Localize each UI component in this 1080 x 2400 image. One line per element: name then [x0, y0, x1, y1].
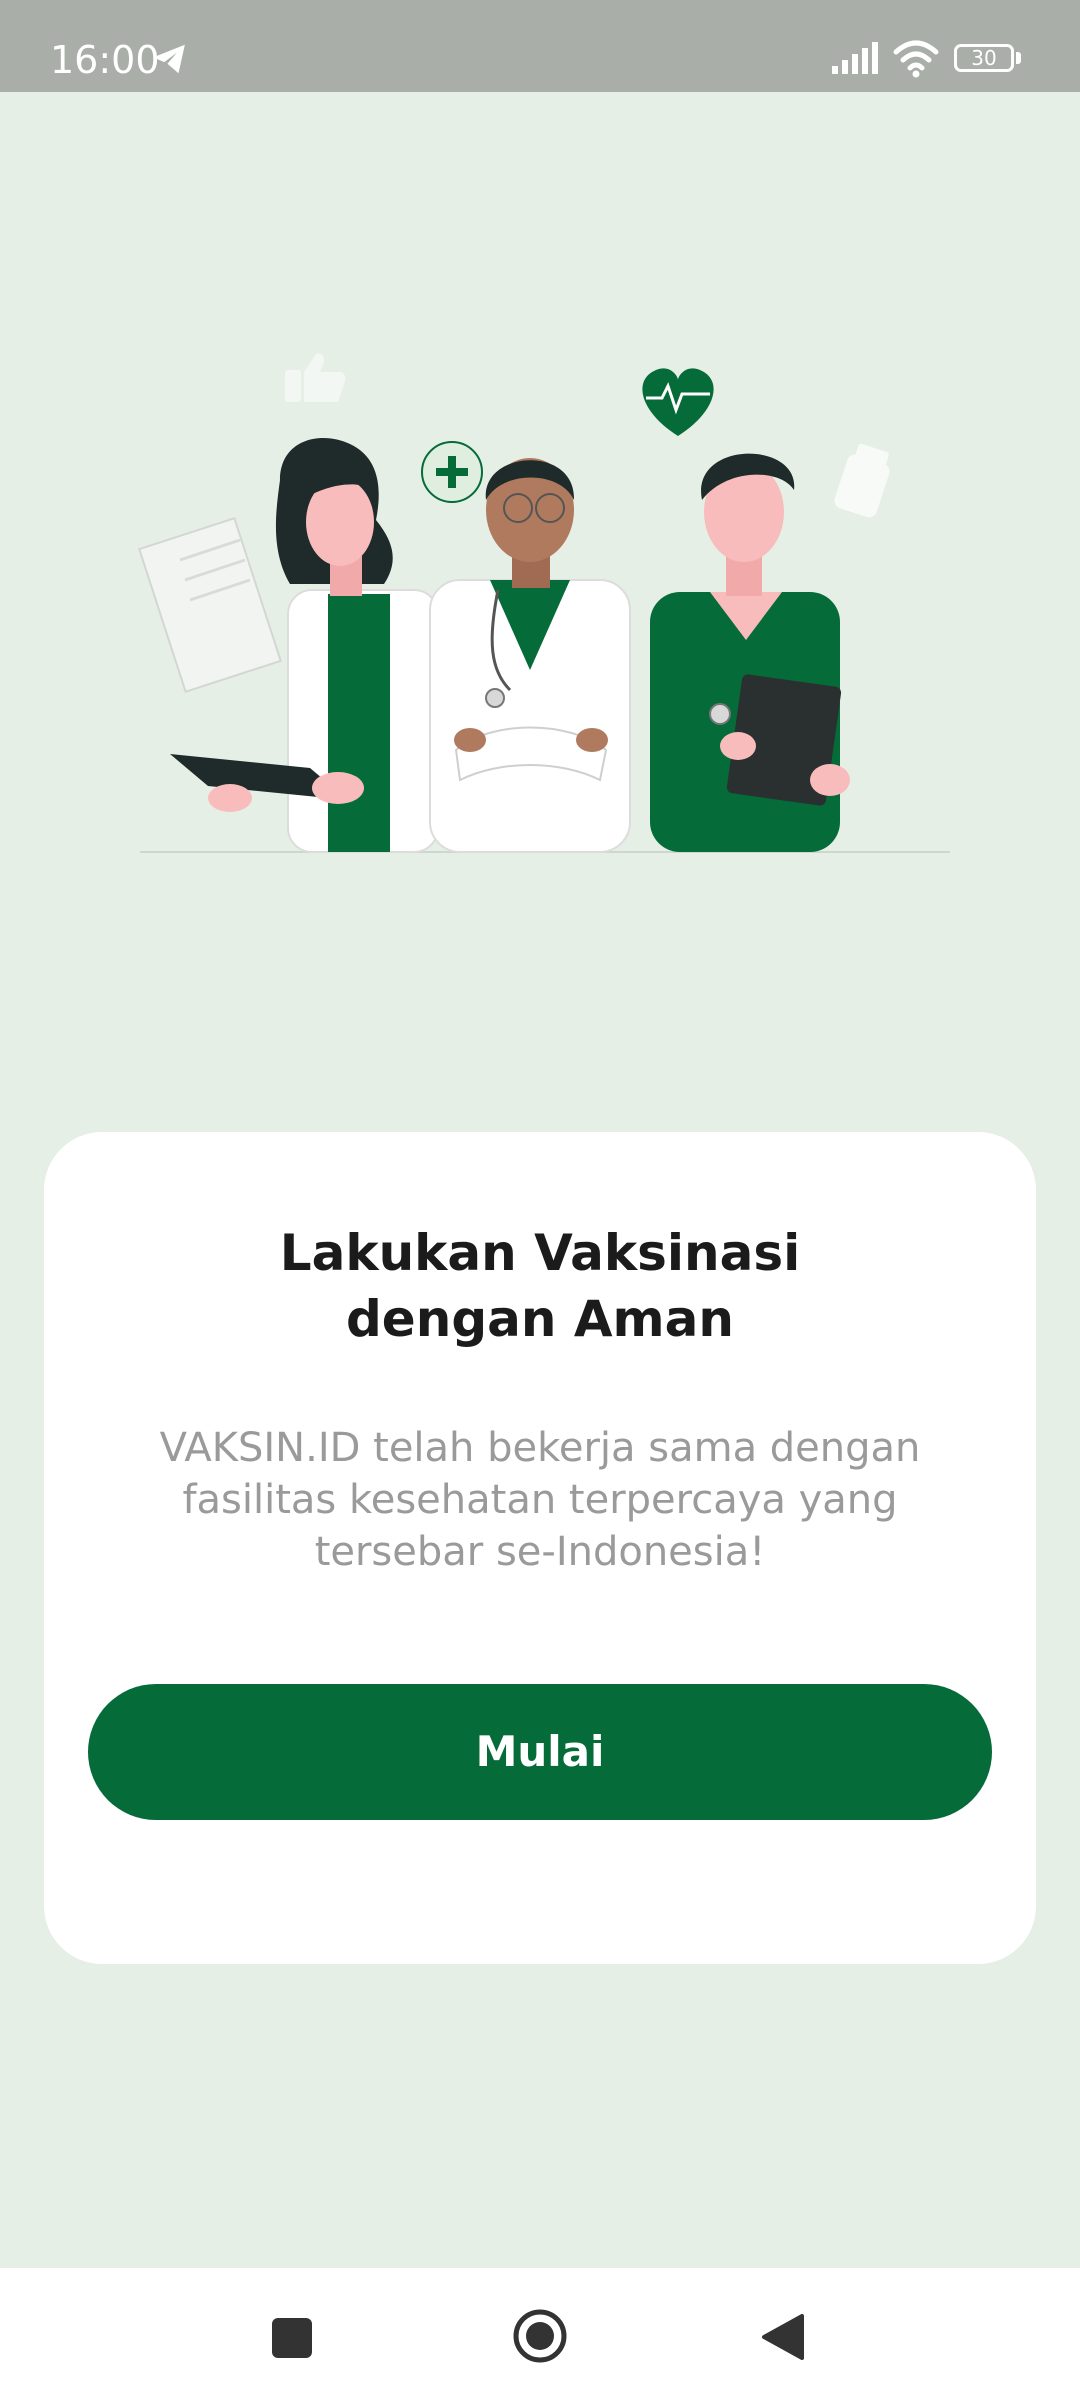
telegram-icon [153, 44, 185, 74]
system-nav-bar [0, 2268, 1080, 2400]
status-bar: 16:00 30 [0, 0, 1080, 92]
wifi-icon [893, 40, 939, 78]
signal-icon [832, 42, 878, 74]
onboarding-description: VAKSIN.ID telah bekerja sama dengan fasi… [159, 1425, 921, 1575]
back-icon[interactable] [760, 2312, 806, 2362]
medical-plus-icon [421, 441, 483, 503]
thumbs-up-icon [285, 353, 346, 402]
heart-pulse-icon [642, 368, 714, 436]
start-button[interactable]: Mulai [88, 1684, 992, 1820]
clipboard-icon [138, 516, 282, 694]
battery-icon: 30 [954, 44, 1014, 72]
male-doctor [429, 458, 631, 853]
onboarding-title: Lakukan Vaksinasi dengan Aman [279, 1224, 801, 1348]
male-nurse [650, 453, 850, 852]
battery-tip [1016, 52, 1021, 64]
three-health-workers-illustration [138, 353, 950, 853]
pill-bottle-icon [834, 443, 890, 518]
onboarding-card: Lakukan Vaksinasi dengan Aman VAKSIN.ID … [44, 1132, 1036, 1964]
battery-level: 30 [971, 46, 997, 70]
recents-icon[interactable] [272, 2318, 312, 2358]
status-time: 16:00 [50, 38, 160, 82]
home-icon[interactable] [510, 2306, 570, 2366]
